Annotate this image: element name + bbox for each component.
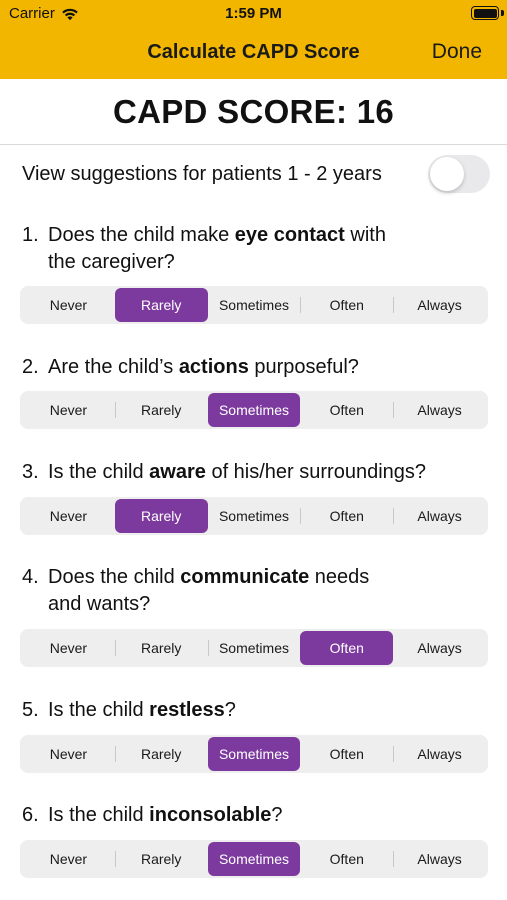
question-text: Does the child communicate needs and want…: [48, 566, 370, 615]
question-3: 3. Is the child aware of his/her surround…: [22, 459, 462, 486]
question-text: Is the child aware of his/her surroundin…: [48, 461, 427, 483]
segment-sometimes[interactable]: Sometimes: [207, 737, 301, 771]
question-keyword: communicate: [180, 566, 310, 588]
answer-segmented-control-1: Never Rarely Sometimes Often Always: [20, 286, 488, 324]
segment-sometimes[interactable]: Sometimes: [207, 631, 301, 665]
answer-segmented-control-4: Never Rarely Sometimes Often Always: [20, 629, 488, 667]
question-number: 4.: [22, 566, 39, 588]
suggestions-row: View suggestions for patients 1 - 2 year…: [22, 155, 490, 193]
segment-rarely[interactable]: Rarely: [114, 842, 208, 876]
segment-never[interactable]: Never: [22, 737, 115, 771]
battery-icon: [471, 6, 499, 20]
clock: 1:59 PM: [225, 5, 282, 22]
question-1: 1. Does the child make eye contact with th…: [22, 222, 462, 276]
segment-always[interactable]: Always: [393, 842, 486, 876]
segment-rarely[interactable]: Rarely: [114, 288, 208, 322]
segment-always[interactable]: Always: [393, 288, 486, 322]
segment-always[interactable]: Always: [393, 393, 486, 427]
segment-always[interactable]: Always: [393, 499, 486, 533]
suggestions-toggle[interactable]: [428, 155, 490, 193]
question-6: 6. Is the child inconsolable?: [22, 802, 462, 829]
question-text: Are the child’s actions purposeful?: [48, 356, 359, 378]
question-keyword: restless: [149, 699, 225, 721]
question-number: 5.: [22, 699, 39, 721]
segment-often[interactable]: Often: [300, 631, 394, 665]
question-4: 4. Does the child communicate needs and wa…: [22, 564, 462, 618]
segment-never[interactable]: Never: [22, 393, 115, 427]
answer-segmented-control-5: Never Rarely Sometimes Often Always: [20, 735, 488, 773]
segment-never[interactable]: Never: [22, 288, 115, 322]
done-button[interactable]: Done: [432, 40, 482, 64]
segment-never[interactable]: Never: [22, 842, 115, 876]
question-keyword: actions: [178, 356, 249, 378]
battery-tip: [501, 10, 504, 16]
answer-segmented-control-3: Never Rarely Sometimes Often Always: [20, 497, 488, 535]
segment-sometimes[interactable]: Sometimes: [207, 393, 301, 427]
question-number: 6.: [22, 804, 39, 826]
segment-sometimes[interactable]: Sometimes: [207, 842, 301, 876]
segment-rarely[interactable]: Rarely: [114, 737, 208, 771]
segment-always[interactable]: Always: [393, 631, 486, 665]
segment-never[interactable]: Never: [22, 631, 115, 665]
segment-rarely[interactable]: Rarely: [114, 499, 208, 533]
toggle-knob: [430, 157, 464, 191]
capd-score: CAPD SCORE: 16: [112, 92, 395, 130]
answer-segmented-control-2: Never Rarely Sometimes Often Always: [20, 391, 488, 429]
status-bar: Carrier 1:59 PM: [0, 0, 507, 28]
navigation-header: Carrier 1:59 PM Calculate CAPD Score Don…: [0, 0, 507, 79]
segment-always[interactable]: Always: [393, 737, 486, 771]
question-text: Is the child restless?: [48, 699, 236, 721]
segment-sometimes[interactable]: Sometimes: [208, 499, 301, 533]
segment-often[interactable]: Often: [300, 393, 393, 427]
segment-often[interactable]: Often: [300, 499, 393, 533]
segment-rarely[interactable]: Rarely: [114, 393, 208, 427]
segment-often[interactable]: Often: [300, 842, 393, 876]
question-2: 2. Are the child’s actions purposeful?: [22, 354, 462, 381]
question-keyword: eye contact: [234, 224, 345, 246]
segment-rarely[interactable]: Rarely: [114, 631, 208, 665]
question-keyword: aware: [149, 461, 206, 483]
question-number: 2.: [22, 356, 39, 378]
question-text: Does the child make eye contact with the …: [48, 224, 386, 273]
suggestions-label: View suggestions for patients 1 - 2 year…: [22, 162, 382, 185]
answer-segmented-control-6: Never Rarely Sometimes Often Always: [20, 840, 488, 878]
score-banner: CAPD SCORE: 16: [0, 79, 507, 145]
segment-often[interactable]: Often: [300, 737, 393, 771]
question-number: 3.: [22, 461, 39, 483]
segment-often[interactable]: Often: [300, 288, 393, 322]
question-text: Is the child inconsolable?: [48, 804, 283, 826]
segment-sometimes[interactable]: Sometimes: [208, 288, 301, 322]
segment-never[interactable]: Never: [22, 499, 115, 533]
question-number: 1.: [22, 224, 39, 246]
question-keyword: inconsolable: [149, 804, 272, 826]
question-5: 5. Is the child restless?: [22, 697, 462, 724]
